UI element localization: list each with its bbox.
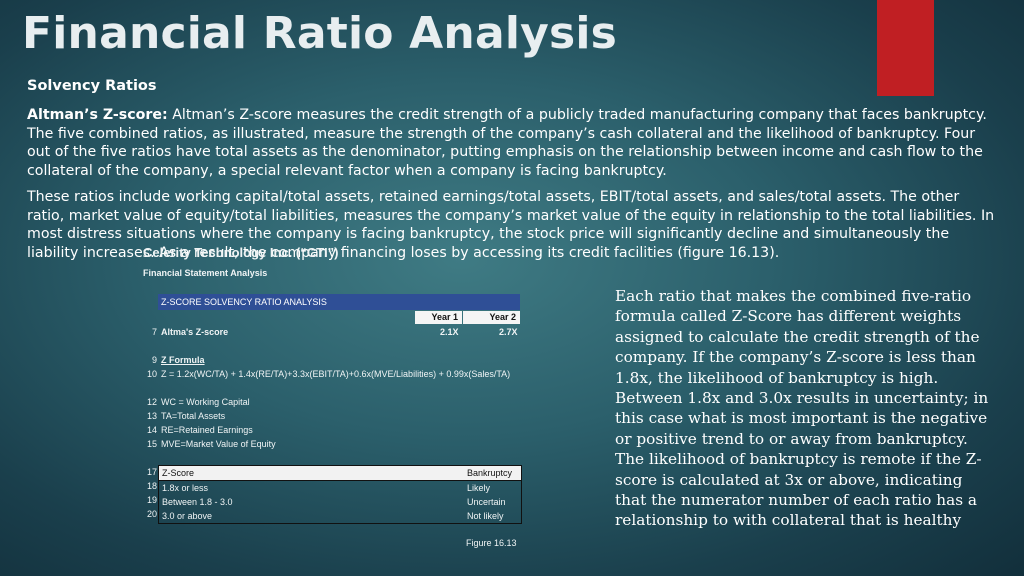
company-title: Celerity Technology Inc. (“CTI”) <box>143 245 339 260</box>
red-accent-bar <box>877 0 934 96</box>
row-number: 20 <box>146 509 157 519</box>
zscore-header: Z-SCORE SOLVENCY RATIO ANALYSIS <box>158 294 520 310</box>
row-number: 10 <box>146 369 157 379</box>
zscore-label: Altma's Z-score <box>161 327 229 337</box>
legend-wc: WC = Working Capital <box>161 397 250 407</box>
bankruptcy-likelihood: Uncertain <box>467 497 506 507</box>
zscore-range: 3.0 or above <box>162 511 213 521</box>
row-number: 15 <box>146 439 157 449</box>
altman-term: Altman’s Z-score: <box>27 107 168 123</box>
legend-ta: TA=Total Assets <box>161 411 226 421</box>
row-number: 13 <box>146 411 157 421</box>
row-number: 17 <box>146 467 157 477</box>
row-number: 9 <box>151 355 157 365</box>
z-formula-heading: Z Formula <box>161 355 205 365</box>
zscore-year2: 2.7X <box>499 327 518 337</box>
row-number: 18 <box>146 481 157 491</box>
year2-header: Year 2 <box>463 311 520 324</box>
bankruptcy-likelihood: Not likely <box>467 511 504 521</box>
table-row: Between 1.8 - 3.0 Uncertain <box>159 495 521 509</box>
row-number: 12 <box>146 397 157 407</box>
altman-description: Altman’s Z-score measures the credit str… <box>27 107 987 179</box>
figure-caption: Figure 16.13 <box>466 538 517 548</box>
section-subheading: Solvency Ratios <box>27 78 157 94</box>
sheet-subtitle: Financial Statement Analysis <box>143 268 268 278</box>
slide-title: Financial Ratio Analysis <box>22 8 618 59</box>
header-bankruptcy: Bankruptcy <box>467 468 513 478</box>
row-number: 19 <box>146 495 157 505</box>
table-row: 1.8x or less Likely <box>159 481 521 495</box>
legend-mve: MVE=Market Value of Equity <box>161 439 276 449</box>
zscore-year1: 2.1X <box>440 327 459 337</box>
zscore-table: Z-Score Bankruptcy 1.8x or less Likely B… <box>158 465 522 524</box>
legend-re: RE=Retained Earnings <box>161 425 253 435</box>
table-row: 3.0 or above Not likely <box>159 509 521 523</box>
bankruptcy-likelihood: Likely <box>467 483 491 493</box>
year1-header: Year 1 <box>415 311 462 324</box>
altman-paragraph: Altman’s Z-score: Altman’s Z-score measu… <box>27 106 995 180</box>
row-number: 7 <box>151 327 157 337</box>
zscore-range: 1.8x or less <box>162 483 209 493</box>
zscore-explanation: Each ratio that makes the combined five-… <box>615 287 989 530</box>
header-zscore: Z-Score <box>162 468 195 478</box>
table-header: Z-Score Bankruptcy <box>159 466 521 481</box>
zscore-range: Between 1.8 - 3.0 <box>162 497 233 507</box>
row-number: 14 <box>146 425 157 435</box>
z-formula: Z = 1.2x(WC/TA) + 1.4x(RE/TA)+3.3x(EBIT/… <box>161 369 511 379</box>
